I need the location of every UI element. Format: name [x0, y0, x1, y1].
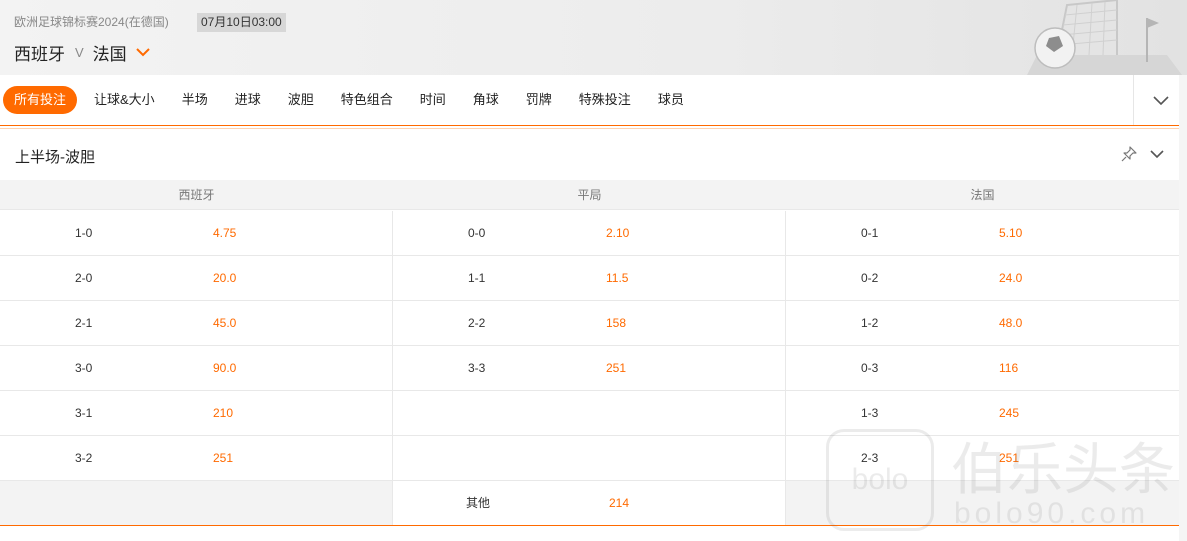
tab-all-bets[interactable]: 所有投注	[3, 86, 78, 114]
outcome-column-headers: 西班牙 平局 法国	[0, 180, 1179, 210]
odds-value: 48.0	[999, 316, 1023, 330]
empty-cell	[0, 481, 392, 526]
score-label: 1-1	[468, 271, 486, 285]
odds-value: 210	[213, 406, 234, 420]
score-label: 0-1	[861, 226, 879, 240]
column-home: 西班牙	[178, 188, 215, 202]
odds-value: 20.0	[213, 271, 237, 285]
odds-cell[interactable]: 2-1 45.0	[0, 301, 392, 346]
pin-icon[interactable]	[1121, 146, 1137, 162]
score-label: 2-0	[75, 271, 93, 285]
tabs-divider-shadow	[0, 128, 1179, 129]
odds-value: 251	[999, 451, 1020, 465]
odds-value: 90.0	[213, 361, 237, 375]
odds-cell[interactable]: 3-3 251	[393, 346, 785, 391]
other-scores-cell[interactable]: 其他 214	[393, 481, 785, 526]
score-label: 2-1	[75, 316, 93, 330]
column-away: 法国	[970, 188, 995, 202]
score-label: 1-0	[75, 226, 93, 240]
page-scrollbar[interactable]	[1179, 75, 1187, 541]
match-header: 欧洲足球锦标赛2024(在德国) 07月10日03:00 西班牙 V 法国	[0, 0, 1187, 75]
odds-cell[interactable]: 0-2 24.0	[786, 256, 1179, 301]
score-label: 2-2	[468, 316, 486, 330]
chevron-down-icon	[1152, 96, 1169, 106]
tab-players[interactable]: 球员	[648, 86, 694, 114]
empty-cell	[786, 481, 1179, 526]
score-label: 3-0	[75, 361, 93, 375]
tab-goals[interactable]: 进球	[225, 86, 271, 114]
tab-time[interactable]: 时间	[410, 86, 456, 114]
odds-cell[interactable]: 1-1 11.5	[393, 256, 785, 301]
correct-score-grid: 1-0 4.75 2-0 20.0 2-1 45.0 3-0 90.0 3-1 210 3…	[0, 211, 1179, 526]
tab-list: 所有投注 让球&大小 半场 进球 波胆 特色组合 时间 角球 罚牌 特殊投注 球…	[3, 86, 701, 114]
odds-cell[interactable]: 1-0 4.75	[0, 211, 392, 256]
market-bottom-divider	[0, 525, 1179, 526]
odds-value: 158	[606, 316, 627, 330]
odds-value: 4.75	[213, 226, 237, 240]
odds-cell[interactable]: 0-1 5.10	[786, 211, 1179, 256]
empty-cell	[393, 391, 785, 436]
chevron-down-icon[interactable]	[1149, 146, 1165, 162]
home-team: 西班牙	[14, 44, 65, 64]
odds-value: 251	[213, 451, 234, 465]
odds-value: 116	[999, 361, 1019, 375]
odds-cell[interactable]: 1-3 245	[786, 391, 1179, 436]
score-label: 0-0	[468, 226, 486, 240]
away-column: 0-1 5.10 0-2 24.0 1-2 48.0 0-3 116 1-3 245 2-…	[786, 211, 1179, 526]
other-label: 其他	[466, 496, 491, 510]
score-label: 3-2	[75, 451, 93, 465]
odds-value: 251	[606, 361, 627, 375]
tab-corners[interactable]: 角球	[463, 86, 509, 114]
score-label: 3-1	[75, 406, 93, 420]
away-team: 法国	[92, 44, 127, 64]
score-label: 1-2	[861, 316, 879, 330]
odds-cell[interactable]: 3-2 251	[0, 436, 392, 481]
league-name: 欧洲足球锦标赛2024(在德国)	[14, 15, 169, 29]
empty-cell	[393, 436, 785, 481]
odds-cell[interactable]: 0-3 116	[786, 346, 1179, 391]
odds-value: 245	[999, 406, 1020, 420]
vs-label: V	[75, 44, 84, 60]
tab-handicap-over-under[interactable]: 让球&大小	[84, 86, 165, 114]
odds-cell[interactable]: 2-3 251	[786, 436, 1179, 481]
odds-cell[interactable]: 1-2 48.0	[786, 301, 1179, 346]
odds-value: 11.5	[606, 271, 629, 285]
odds-cell[interactable]: 3-1 210	[0, 391, 392, 436]
odds-cell[interactable]: 3-0 90.0	[0, 346, 392, 391]
score-label: 2-3	[861, 451, 879, 465]
home-column: 1-0 4.75 2-0 20.0 2-1 45.0 3-0 90.0 3-1 210 3…	[0, 211, 393, 526]
match-datetime: 07月10日03:00	[197, 13, 286, 32]
draw-column: 0-0 2.10 1-1 11.5 2-2 158 3-3 251 其他 214	[393, 211, 786, 526]
chevron-down-icon[interactable]	[135, 44, 151, 60]
football-goal-illustration	[1027, 0, 1182, 75]
odds-value: 24.0	[999, 271, 1023, 285]
match-teams[interactable]: 西班牙 V 法国	[14, 41, 151, 64]
tab-half-time[interactable]: 半场	[172, 86, 218, 114]
other-odds-value: 214	[609, 496, 630, 510]
bet-category-tabs: 所有投注 让球&大小 半场 进球 波胆 特色组合 时间 角球 罚牌 特殊投注 球…	[0, 75, 1187, 125]
odds-cell[interactable]: 2-0 20.0	[0, 256, 392, 301]
odds-value: 2.10	[606, 226, 630, 240]
score-label: 3-3	[468, 361, 486, 375]
tab-special-bets[interactable]: 特殊投注	[569, 86, 641, 114]
score-label: 0-2	[861, 271, 879, 285]
tab-special-combos[interactable]: 特色组合	[331, 86, 403, 114]
odds-cell[interactable]: 2-2 158	[393, 301, 785, 346]
odds-cell[interactable]: 0-0 2.10	[393, 211, 785, 256]
market-header[interactable]: 上半场-波胆	[0, 133, 1179, 179]
odds-value: 5.10	[999, 226, 1023, 240]
tabs-divider	[0, 125, 1179, 126]
tab-cards[interactable]: 罚牌	[516, 86, 562, 114]
odds-value: 45.0	[213, 316, 237, 330]
score-label: 0-3	[861, 361, 879, 375]
market-title: 上半场-波胆	[15, 149, 95, 166]
column-draw: 平局	[577, 188, 602, 202]
score-label: 1-3	[861, 406, 879, 420]
tab-correct-score[interactable]: 波胆	[278, 86, 324, 114]
